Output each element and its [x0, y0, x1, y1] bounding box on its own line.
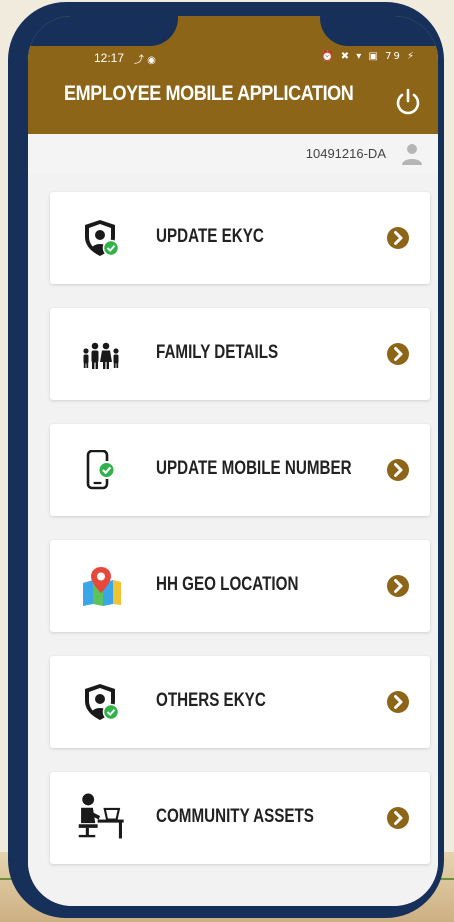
menu-item-label: COMMUNITY ASSETS	[156, 806, 314, 827]
shield-user-check-icon	[85, 684, 120, 721]
menu-item-update-mobile-number[interactable]: UPDATE MOBILE NUMBER	[50, 424, 430, 516]
person-at-desk-icon	[78, 793, 124, 839]
user-code: 10491216-DA	[305, 146, 386, 161]
menu-item-label: UPDATE MOBILE NUMBER	[156, 458, 352, 479]
chevron-right-icon[interactable]	[386, 806, 410, 830]
chevron-right-icon[interactable]	[386, 226, 410, 250]
menu-item-label: UPDATE EKYC	[156, 226, 264, 247]
menu-item-label: FAMILY DETAILS	[156, 342, 279, 363]
screen-notch-left	[28, 16, 178, 46]
app-title: EMPLOYEE MOBILE APPLICATION	[64, 82, 354, 105]
chevron-right-icon[interactable]	[386, 342, 410, 366]
shield-user-check-icon	[85, 220, 120, 257]
chevron-right-icon[interactable]	[386, 574, 410, 598]
map-pin-icon	[83, 567, 121, 606]
phone-screen: 12:17 ⤴ ◉ ⏰ ✖ ▾ ▣ 79 ⚡ EMPLOYEE MOBILE A…	[28, 16, 438, 906]
user-avatar-icon[interactable]	[400, 142, 424, 166]
status-notification-icons: ⤴ ◉	[134, 55, 156, 66]
power-icon[interactable]	[392, 86, 424, 118]
status-system-icons: ⏰ ✖ ▾ ▣ 79 ⚡	[321, 51, 416, 62]
family-icon	[83, 342, 119, 369]
menu-item-update-ekyc[interactable]: UPDATE EKYC	[50, 192, 430, 284]
phone-bezel: 12:17 ⤴ ◉ ⏰ ✖ ▾ ▣ 79 ⚡ EMPLOYEE MOBILE A…	[8, 2, 444, 918]
menu-item-hh-geo-location[interactable]: HH GEO LOCATION	[50, 540, 430, 632]
status-bar: 12:17 ⤴ ◉ ⏰ ✖ ▾ ▣ 79 ⚡	[28, 48, 438, 70]
chevron-right-icon[interactable]	[386, 458, 410, 482]
menu-item-label: OTHERS EKYC	[156, 690, 266, 711]
menu-item-others-ekyc[interactable]: OTHERS EKYC	[50, 656, 430, 748]
user-bar: 10491216-DA	[28, 134, 438, 174]
status-time: 12:17	[94, 51, 125, 65]
screen-notch-right	[320, 16, 438, 46]
menu-item-family-details[interactable]: FAMILY DETAILS	[50, 308, 430, 400]
app-header: 12:17 ⤴ ◉ ⏰ ✖ ▾ ▣ 79 ⚡ EMPLOYEE MOBILE A…	[28, 16, 438, 134]
menu-item-label: HH GEO LOCATION	[156, 574, 299, 595]
chevron-right-icon[interactable]	[386, 690, 410, 714]
menu-list: UPDATE EKYC FAMILY DETAILS UPDATE MOBILE…	[28, 174, 438, 906]
mobile-check-icon	[86, 450, 116, 490]
menu-item-community-assets[interactable]: COMMUNITY ASSETS	[50, 772, 430, 864]
